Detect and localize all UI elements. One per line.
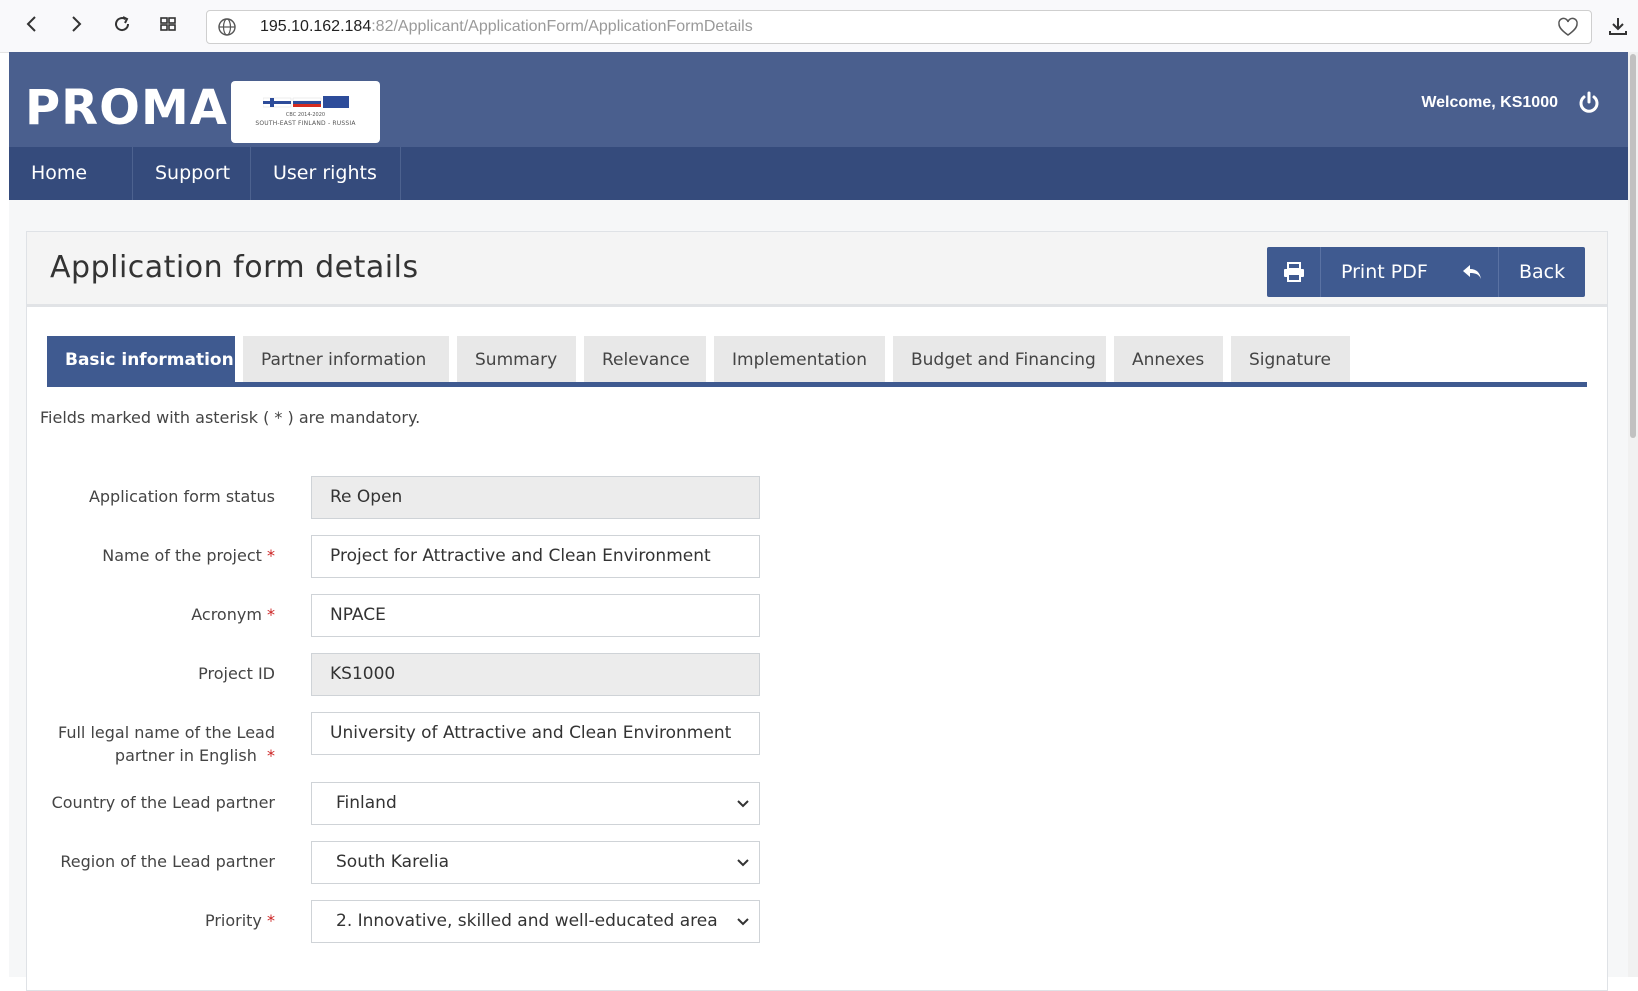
tab-summary[interactable]: Summary	[457, 336, 576, 386]
print-pdf-button[interactable]: Print PDF	[1267, 247, 1448, 297]
tab-budget-and-financing[interactable]: Budget and Financing	[893, 336, 1106, 386]
chevron-down-icon	[737, 859, 749, 867]
tab-basic-information[interactable]: Basic information	[47, 336, 235, 386]
label-acronym: Acronym *	[191, 605, 275, 624]
programme-logo: CBC 2014-2020 SOUTH-EAST FINLAND - RUSSI…	[231, 81, 380, 143]
back-label: Back	[1519, 261, 1566, 283]
country-select-value: Finland	[336, 793, 397, 813]
priority-select-value: 2. Innovative, skilled and well-educated…	[336, 911, 718, 931]
chevron-down-icon	[737, 800, 749, 808]
download-icon[interactable]	[1606, 14, 1630, 38]
back-button[interactable]: Back	[1445, 247, 1586, 297]
page-title: Application form details	[50, 250, 419, 285]
tab-partner-information[interactable]: Partner information	[243, 336, 449, 386]
logo-line-1: CBC 2014-2020	[285, 112, 326, 118]
panel-header: Application form details Print PDF Back	[27, 232, 1607, 307]
label-lead-partner-legal-name: Full legal name of the Lead partner in E…	[58, 723, 275, 765]
reply-arrow-icon	[1445, 247, 1499, 297]
url-text: 195.10.162.184:82/Applicant/ApplicationF…	[260, 18, 753, 35]
address-bar[interactable]: 195.10.162.184:82/Applicant/ApplicationF…	[206, 10, 1592, 44]
country-select[interactable]: Finland	[311, 782, 760, 825]
app-header: PROMAS CBC 2014-2020 SOUTH-EAST FINLAND …	[9, 52, 1638, 147]
tabs-underline	[47, 382, 1587, 387]
tab-signature[interactable]: Signature	[1231, 336, 1350, 386]
lead-partner-legal-name-input[interactable]: University of Attractive and Clean Envir…	[311, 712, 760, 755]
forward-arrow-icon[interactable]	[62, 10, 90, 38]
bookmark-heart-icon[interactable]	[1557, 17, 1579, 39]
label-country-lead-partner: Country of the Lead partner	[51, 793, 275, 812]
region-select-value: South Karelia	[336, 852, 450, 872]
back-arrow-icon[interactable]	[18, 10, 46, 38]
acronym-input[interactable]: NPACE	[311, 594, 760, 637]
label-application-form-status: Application form status	[88, 487, 275, 506]
reload-icon[interactable]	[108, 10, 136, 38]
page-scrollbar[interactable]	[1628, 52, 1638, 977]
priority-select[interactable]: 2. Innovative, skilled and well-educated…	[311, 900, 760, 943]
label-project-id: Project ID	[198, 664, 275, 683]
project-id-field: KS1000	[311, 653, 760, 696]
tab-relevance[interactable]: Relevance	[584, 336, 706, 386]
tab-implementation[interactable]: Implementation	[714, 336, 885, 386]
browser-toolbar: 195.10.162.184:82/Applicant/ApplicationF…	[0, 0, 1638, 53]
application-form-status-field: Re Open	[311, 476, 760, 519]
logout-power-icon[interactable]	[1576, 90, 1602, 116]
nav-item-support[interactable]: Support	[133, 147, 251, 200]
mandatory-note: Fields marked with asterisk ( * ) are ma…	[40, 408, 421, 427]
label-region-lead-partner: Region of the Lead partner	[60, 852, 275, 871]
scrollbar-thumb[interactable]	[1630, 54, 1636, 438]
tab-grid-icon[interactable]	[154, 10, 182, 38]
print-pdf-label: Print PDF	[1341, 261, 1428, 283]
globe-icon	[218, 18, 236, 36]
nav-item-user-rights[interactable]: User rights	[251, 147, 401, 200]
welcome-text: Welcome, KS1000	[1421, 94, 1558, 111]
region-select[interactable]: South Karelia	[311, 841, 760, 884]
chevron-down-icon	[737, 918, 749, 926]
printer-icon	[1267, 247, 1321, 297]
project-name-input[interactable]: Project for Attractive and Clean Environ…	[311, 535, 760, 578]
main-navbar: Home Support User rights	[9, 147, 1638, 200]
tab-annexes[interactable]: Annexes	[1114, 336, 1223, 386]
nav-item-home[interactable]: Home	[9, 147, 133, 200]
application-form-panel: Application form details Print PDF Back …	[26, 231, 1608, 991]
label-priority: Priority *	[204, 911, 275, 930]
logo-line-2: SOUTH-EAST FINLAND - RUSSIA	[255, 120, 356, 127]
flags-logo-icon	[263, 96, 349, 108]
label-project-name: Name of the project *	[102, 546, 275, 565]
brand-logo-text[interactable]: PROMAS	[25, 80, 263, 136]
